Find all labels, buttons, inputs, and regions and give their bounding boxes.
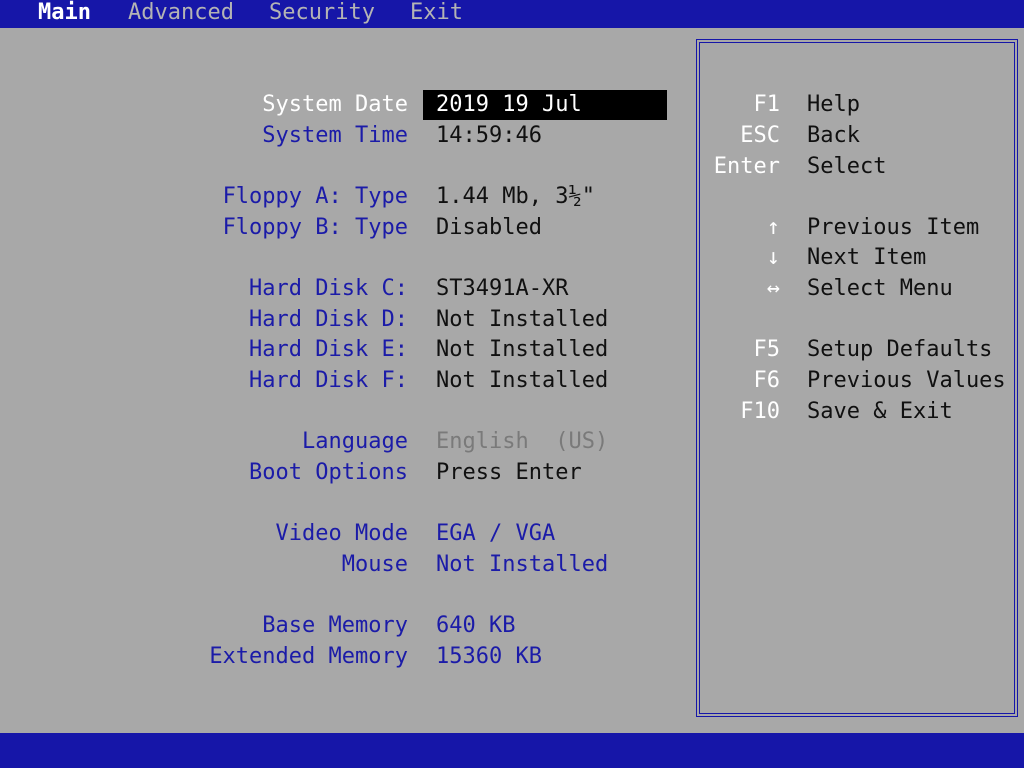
mouse-field: Not Installed — [436, 552, 609, 577]
f5-key-label: F5 — [753, 337, 781, 362]
hard-disk-c-field[interactable]: ST3491A-XR — [436, 273, 568, 304]
language-label: Language — [302, 429, 408, 454]
video-mode-label: Video Mode — [275, 521, 408, 546]
menu-main[interactable]: Main — [36, 0, 93, 28]
f6-key-desc: Previous Values — [807, 368, 1006, 393]
base-memory-label: Base Memory — [262, 613, 408, 638]
hard-disk-e-label: Hard Disk E: — [249, 337, 408, 362]
system-date-field[interactable]: 2019 19 Jul — [436, 89, 582, 120]
arrow-up-desc: Previous Item — [807, 215, 980, 240]
menu-bar: Main Advanced Security Exit — [0, 0, 1024, 28]
arrow-left-right-icon: ↔ — [766, 276, 780, 301]
menu-security[interactable]: Security — [267, 0, 377, 28]
floppy-b-label: Floppy B: Type — [222, 215, 408, 240]
mouse-label: Mouse — [341, 552, 408, 577]
floppy-a-label: Floppy A: Type — [222, 184, 408, 209]
arrow-down-icon: ↓ — [766, 245, 780, 270]
esc-key-desc: Back — [807, 123, 860, 148]
system-date-label: System Date — [262, 92, 408, 117]
hard-disk-f-field[interactable]: Not Installed — [436, 365, 608, 396]
hard-disk-d-label: Hard Disk D: — [249, 307, 408, 332]
arrow-left-right-desc: Select Menu — [807, 276, 953, 301]
f5-key-desc: Setup Defaults — [807, 337, 993, 362]
f1-key-label: F1 — [753, 92, 781, 117]
f1-key-desc: Help — [807, 92, 860, 117]
enter-key-label: Enter — [713, 154, 780, 179]
enter-key-desc: Select — [807, 154, 887, 179]
floppy-a-field[interactable]: 1.44 Mb, 3½" — [436, 181, 595, 212]
hard-disk-c-label: Hard Disk C: — [249, 276, 408, 301]
base-memory-field: 640 KB — [436, 613, 516, 638]
hard-disk-d-field[interactable]: Not Installed — [436, 304, 608, 335]
f10-key-label: F10 — [740, 399, 780, 424]
status-bar — [0, 733, 1024, 768]
esc-key-label: ESC — [740, 123, 780, 148]
arrow-down-desc: Next Item — [807, 245, 927, 270]
extended-memory-field: 15360 KB — [436, 644, 542, 669]
arrow-up-icon: ↑ — [766, 215, 780, 240]
system-time-label: System Time — [262, 123, 408, 148]
hard-disk-f-label: Hard Disk F: — [249, 368, 408, 393]
language-field: English (US) — [436, 429, 609, 454]
hard-disk-e-field[interactable]: Not Installed — [436, 334, 608, 365]
extended-memory-label: Extended Memory — [209, 644, 408, 669]
boot-options-label: Boot Options — [249, 460, 408, 485]
floppy-b-field[interactable]: Disabled — [436, 212, 542, 243]
system-time-field[interactable]: 14:59:46 — [436, 120, 542, 151]
f10-key-desc: Save & Exit — [807, 399, 953, 424]
menu-advanced[interactable]: Advanced — [126, 0, 236, 28]
boot-options-field[interactable]: Press Enter — [436, 457, 582, 488]
f6-key-label: F6 — [753, 368, 781, 393]
menu-exit[interactable]: Exit — [408, 0, 465, 28]
video-mode-field: EGA / VGA — [436, 521, 556, 546]
